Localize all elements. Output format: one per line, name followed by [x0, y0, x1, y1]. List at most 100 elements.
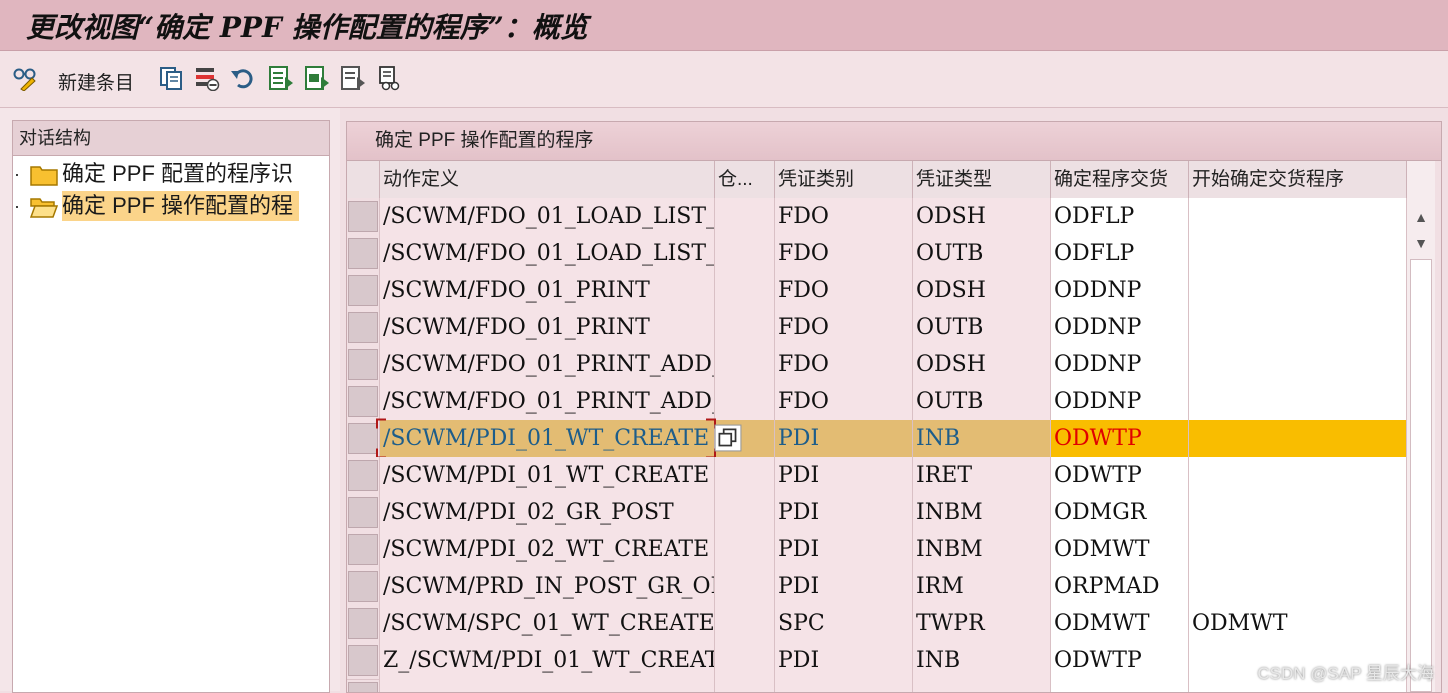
cell-document-type[interactable]: INBM [913, 494, 1051, 531]
delete-icon[interactable] [194, 65, 220, 91]
cell-warehouse[interactable] [715, 272, 775, 309]
cell-document-class[interactable]: FDO [775, 309, 913, 346]
cell-determination-procedure[interactable]: ODFLP [1051, 198, 1189, 235]
scrollbar-track[interactable] [1410, 259, 1432, 692]
cell-document-class[interactable]: FDO [775, 235, 913, 272]
cell-determination-procedure[interactable]: ODDNP [1051, 272, 1189, 309]
cell-start-determination[interactable] [1189, 383, 1407, 420]
cell-document-type[interactable]: INB [913, 642, 1051, 679]
cell-action-definition[interactable]: /SCWM/FDO_01_PRINT_ADD_N... [380, 346, 715, 383]
cell-start-determination[interactable] [1189, 531, 1407, 568]
print-icon[interactable] [376, 65, 402, 91]
cell-document-type[interactable]: TWPR [913, 605, 1051, 642]
cell-determination-procedure[interactable]: ODWTP [1051, 642, 1189, 679]
cell-determination-procedure[interactable]: ODDNP [1051, 309, 1189, 346]
cell-document-class[interactable]: PDI [775, 494, 913, 531]
value-help-icon[interactable] [714, 424, 742, 452]
cell-action-definition[interactable]: /SCWM/FDO_01_PRINT [380, 309, 715, 346]
cell-document-class[interactable]: FDO [775, 346, 913, 383]
row-select-button[interactable] [348, 423, 378, 454]
table-row[interactable]: /SCWM/FDO_01_PRINT_ADD_N... FDOOUTBODDNP [347, 383, 1407, 421]
glasses-edit-icon[interactable] [12, 65, 38, 91]
cell-warehouse[interactable] [715, 346, 775, 383]
cell-document-type[interactable]: IRET [913, 457, 1051, 494]
cell-start-determination[interactable]: ODMWT [1189, 605, 1407, 642]
row-select-button[interactable] [348, 460, 378, 491]
column-header-start-determination[interactable]: 开始确定交货程序 [1189, 161, 1407, 198]
select-block-icon[interactable] [304, 65, 330, 91]
cell-warehouse[interactable] [715, 568, 775, 605]
cell-determination-procedure[interactable]: ODMGR [1051, 494, 1189, 531]
cell-determination-procedure[interactable]: ODDNP [1051, 383, 1189, 420]
cell-action-definition[interactable]: /SCWM/FDO_01_LOAD_LIST_P... [380, 235, 715, 272]
cell-determination-procedure[interactable]: ODWTP [1051, 457, 1189, 494]
column-header-action-definition[interactable]: 动作定义 [380, 161, 715, 198]
cell-determination-procedure[interactable]: ODFLP [1051, 235, 1189, 272]
table-row[interactable]: /SCWM/FDO_01_LOAD_LIST_P... FDO OUTB ODFLP [347, 235, 1407, 273]
table-row[interactable]: /SCWM/PRD_IN_POST_GR_ON_... PDIIRMORPMAD [347, 568, 1407, 606]
cell-document-class[interactable]: FDO [775, 383, 913, 420]
table-row[interactable]: /SCWM/FDO_01_PRINT FDO OUTB ODDNP [347, 309, 1407, 347]
column-header-document-type[interactable]: 凭证类型 [913, 161, 1051, 198]
cell-action-definition[interactable]: /SCWM/FDO_01_PRINT_ADD_N... [380, 383, 715, 420]
cell-document-type[interactable]: OUTB [913, 235, 1051, 272]
cell-document-type[interactable]: INB [913, 420, 1051, 457]
cell-action-definition[interactable]: /SCWM/PDI_02_WT_CREATE [380, 531, 715, 568]
cell-document-class[interactable]: FDO [775, 198, 913, 235]
cell-warehouse[interactable] [715, 457, 775, 494]
row-select-button[interactable] [348, 682, 378, 692]
cell-document-class[interactable]: SPC [775, 605, 913, 642]
cell-start-determination[interactable] [1189, 309, 1407, 346]
cell-warehouse[interactable] [715, 309, 775, 346]
cell-determination-procedure[interactable]: ODMWT [1051, 531, 1189, 568]
cell-warehouse[interactable] [715, 642, 775, 679]
row-select-button[interactable] [348, 608, 378, 639]
cell-start-determination[interactable] [1189, 420, 1407, 457]
table-row[interactable]: /SCWM/FDO_01_PRINT FDO ODSH ODDNP [347, 272, 1407, 310]
cell-determination-procedure[interactable]: ORPMAD [1051, 568, 1189, 605]
table-row[interactable]: /SCWM/PDI_01_WT_CREATE PDI INB ODWTP [347, 418, 1407, 459]
cell-start-determination[interactable] [1189, 235, 1407, 272]
cell-start-determination[interactable] [1189, 457, 1407, 494]
cell-document-type[interactable]: ODSH [913, 198, 1051, 235]
cell-document-class[interactable]: PDI [775, 457, 913, 494]
row-select-button[interactable] [348, 349, 378, 380]
cell-start-determination[interactable] [1189, 568, 1407, 605]
table-row[interactable]: /SCWM/FDO_01_PRINT_ADD_N... FDOODSHODDNP [347, 346, 1407, 384]
tree-item-determine-config[interactable]: · 确定 PPF 配置的程序识 [14, 159, 334, 189]
table-row[interactable]: Z_/SCWM/PDI_01_WT_CREATE PDI INB ODWTP [347, 642, 1407, 680]
cell-document-class[interactable]: FDO [775, 272, 913, 309]
cell-document-class[interactable]: PDI [775, 642, 913, 679]
cell-warehouse[interactable] [715, 605, 775, 642]
row-select-button[interactable] [348, 238, 378, 269]
cell-determination-procedure[interactable]: ODMWT [1051, 605, 1189, 642]
row-select-button[interactable] [348, 645, 378, 676]
new-entries-button[interactable]: 新建条目 [58, 68, 134, 95]
scroll-page-up-icon[interactable]: ▲ [1407, 203, 1435, 231]
cell-action-definition[interactable]: /SCWM/PDI_01_WT_CREATE [380, 420, 715, 457]
cell-determination-procedure[interactable]: ODDNP [1051, 346, 1189, 383]
select-all-icon[interactable] [268, 65, 294, 91]
table-row[interactable]: /SCWM/PDI_02_GR_POST PDI INBM ODMGR [347, 494, 1407, 532]
row-select-button[interactable] [348, 312, 378, 343]
cell-document-class[interactable]: PDI [775, 568, 913, 605]
cell-document-type[interactable]: ODSH [913, 346, 1051, 383]
cell-document-type[interactable]: IRM [913, 568, 1051, 605]
row-select-button[interactable] [348, 497, 378, 528]
cell-document-type[interactable]: OUTB [913, 309, 1051, 346]
cell-action-definition[interactable]: /SCWM/PDI_01_WT_CREATE [380, 457, 715, 494]
copy-icon[interactable] [158, 65, 184, 91]
table-row[interactable]: /SCWM/PDI_02_WT_CREATE PDI INBM ODMWT [347, 531, 1407, 569]
table-row[interactable]: /SCWM/FDO_01_LOAD_LIST_P... FDO ODSH ODFLP [347, 198, 1407, 236]
row-select-button[interactable] [348, 275, 378, 306]
select-all-column-header[interactable] [347, 161, 380, 198]
cell-start-determination[interactable] [1189, 272, 1407, 309]
row-select-button[interactable] [348, 534, 378, 565]
tree-item-determine-action-config[interactable]: · 确定 PPF 操作配置的程 [14, 191, 334, 221]
cell-warehouse[interactable] [715, 235, 775, 272]
column-header-document-class[interactable]: 凭证类别 [775, 161, 913, 198]
cell-action-definition[interactable]: /SCWM/SPC_01_WT_CREATE [380, 605, 715, 642]
deselect-icon[interactable] [340, 65, 366, 91]
vertical-scrollbar[interactable]: ▲ ▼ [1407, 161, 1435, 692]
scroll-page-down-icon[interactable]: ▼ [1407, 229, 1435, 257]
